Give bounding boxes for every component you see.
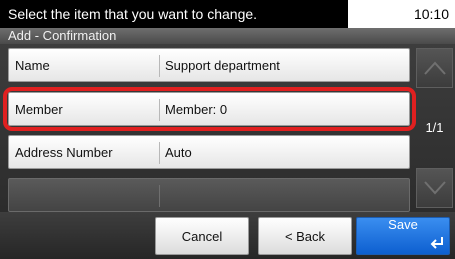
scroll-column: 1/1 <box>414 44 455 212</box>
row-label: Member <box>15 102 63 117</box>
status-bar: Select the item that you want to change.… <box>0 0 455 28</box>
row-value: Support department <box>165 58 280 73</box>
chevron-up-icon <box>424 61 446 75</box>
scroll-up-button[interactable] <box>416 48 453 88</box>
chevron-down-icon <box>424 181 446 195</box>
enter-key-icon <box>430 237 443 249</box>
row-empty <box>8 178 410 212</box>
button-bar: Cancel < Back Save <box>0 212 455 259</box>
scroll-down-button[interactable] <box>416 168 453 208</box>
page-indicator: 1/1 <box>425 120 444 135</box>
cancel-button[interactable]: Cancel <box>155 217 249 255</box>
row-divider <box>159 185 160 207</box>
row-divider <box>159 55 160 77</box>
row-value: Auto <box>165 145 192 160</box>
row-name[interactable]: Name Support department <box>8 48 410 82</box>
row-value: Member: 0 <box>165 102 228 117</box>
device-screen: Select the item that you want to change.… <box>0 0 455 259</box>
row-divider <box>159 99 160 121</box>
confirmation-list: Name Support department Member Member: 0… <box>0 44 455 212</box>
row-label: Address Number <box>15 145 113 160</box>
row-divider <box>159 142 160 164</box>
status-message: Select the item that you want to change. <box>0 0 348 28</box>
screen-title: Add - Confirmation <box>0 28 455 44</box>
row-member[interactable]: Member Member: 0 <box>8 92 410 126</box>
status-time: 10:10 <box>348 0 455 28</box>
row-label: Name <box>15 58 50 73</box>
row-address-number[interactable]: Address Number Auto <box>8 135 410 169</box>
save-button[interactable]: Save <box>356 217 450 255</box>
back-button[interactable]: < Back <box>258 217 352 255</box>
